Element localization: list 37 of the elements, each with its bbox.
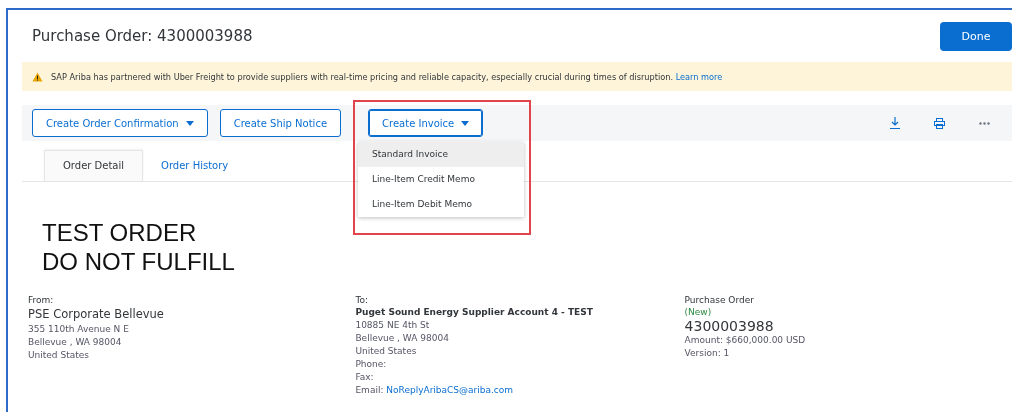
address-line: Bellevue , WA 98004 xyxy=(28,336,123,349)
done-button[interactable]: Done xyxy=(940,21,1012,51)
email-label: Email: xyxy=(355,385,384,395)
menu-item[interactable]: Line-Item Credit Memo xyxy=(358,167,525,192)
toolbar-button[interactable]: Create Order Confirmation xyxy=(32,109,208,137)
menu-item[interactable]: Standard Invoice xyxy=(358,142,525,167)
order-amount: Amount: $660,000.00 USD xyxy=(684,334,807,347)
email-link[interactable]: NoReplyAribaCS@ariba.com xyxy=(386,385,514,395)
toolbar-button[interactable]: Create Invoice xyxy=(368,109,484,137)
order-label: Purchase Order xyxy=(684,294,755,306)
page-title: Purchase Order: 4300003988 xyxy=(31,27,253,45)
toolbar-button[interactable]: Create Ship Notice xyxy=(219,109,342,137)
download-icon[interactable] xyxy=(890,117,900,129)
recipient-name: Puget Sound Energy Supplier Account 4 - TEST xyxy=(355,306,594,319)
tab[interactable]: Order History xyxy=(143,151,247,181)
more-icon[interactable] xyxy=(979,121,990,125)
address-line: Fax: xyxy=(355,371,375,384)
from-label: From: xyxy=(28,294,55,306)
sender-name: PSE Corporate Bellevue xyxy=(28,306,165,323)
to-label: To: xyxy=(355,294,369,306)
address-line: United States xyxy=(28,349,90,362)
order-version: Version: 1 xyxy=(684,347,731,360)
tab[interactable]: Order Detail xyxy=(44,150,144,181)
print-icon[interactable] xyxy=(934,117,945,129)
warning-icon xyxy=(32,71,43,82)
address-line: Phone: xyxy=(355,358,388,371)
order-number: 4300003988 xyxy=(684,318,775,334)
address-line: 355 110th Avenue N E xyxy=(28,323,130,336)
address-line: Bellevue , WA 98004 xyxy=(355,332,450,345)
menu-item[interactable]: Line-Item Debit Memo xyxy=(358,192,525,217)
address-line: United States xyxy=(355,345,418,358)
notice-text: TEST ORDER xyxy=(42,218,198,247)
address-line: 10885 NE 4th St xyxy=(355,319,431,332)
banner-message: SAP Ariba has partnered with Uber Freight to provide suppliers with real-time pricing and reliable capacity, especially crucial during times of disruption. Learn more xyxy=(51,71,723,82)
notice-text: DO NOT FULFILL xyxy=(42,247,236,276)
learn-more-link[interactable]: Learn more xyxy=(675,71,723,82)
order-status: (New) xyxy=(684,306,713,318)
